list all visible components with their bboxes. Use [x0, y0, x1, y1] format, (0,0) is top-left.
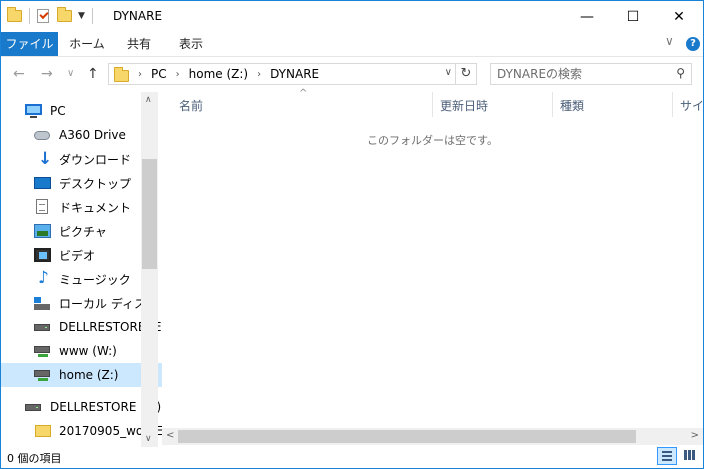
- search-box[interactable]: ⚲: [490, 63, 692, 85]
- column-divider[interactable]: [552, 92, 553, 117]
- pc-icon: [25, 103, 43, 119]
- nav-item-label: ピクチャ: [59, 224, 107, 239]
- new-folder-icon[interactable]: [57, 7, 72, 22]
- network-drive-icon: [34, 343, 52, 359]
- music-icon: ♪: [38, 268, 49, 288]
- quick-access-toolbar: ▼: [7, 7, 100, 24]
- large-icons-view-button[interactable]: [680, 447, 700, 465]
- scroll-thumb[interactable]: [142, 159, 157, 269]
- breadcrumb-home-z[interactable]: home (Z:): [189, 67, 248, 81]
- column-divider[interactable]: [672, 92, 673, 117]
- nav-item-label: home (Z:): [59, 368, 119, 382]
- back-button[interactable]: ←: [13, 66, 25, 82]
- scroll-down-icon[interactable]: ∨: [145, 434, 152, 444]
- document-icon: [34, 199, 52, 215]
- nav-item-label: デスクトップ: [59, 176, 132, 191]
- folder-icon: [7, 7, 22, 22]
- desktop-icon: [34, 175, 52, 191]
- forward-button[interactable]: →: [41, 66, 53, 82]
- title-separator: [91, 8, 93, 24]
- breadcrumb-separator[interactable]: ›: [138, 69, 142, 80]
- breadcrumb-separator[interactable]: ›: [257, 69, 261, 80]
- tab-share[interactable]: 共有: [116, 32, 162, 56]
- scroll-left-icon[interactable]: <: [166, 430, 174, 441]
- navigation-pane-scrollbar[interactable]: ∧ ∨: [141, 92, 158, 447]
- breadcrumb-separator[interactable]: ›: [176, 69, 180, 80]
- search-input[interactable]: [497, 66, 667, 82]
- nav-item-label: ダウンロード: [59, 152, 132, 167]
- download-icon: ↓: [38, 149, 53, 169]
- breadcrumb-dynare[interactable]: DYNARE: [270, 67, 319, 81]
- column-header-name[interactable]: 名前: [179, 97, 203, 114]
- address-folder-icon: [114, 66, 129, 82]
- maximize-button[interactable]: ☐: [610, 1, 656, 32]
- title-bar: ▼ DYNARE — ☐ ✕: [1, 1, 703, 32]
- status-bar: 0 個の項目: [1, 447, 703, 468]
- item-count: 0 個の項目: [7, 452, 62, 465]
- minimize-button[interactable]: —: [564, 1, 610, 32]
- nav-item-label: PC: [50, 104, 66, 118]
- search-icon[interactable]: ⚲: [676, 66, 685, 80]
- explorer-window: ▼ DYNARE — ☐ ✕ ファイル ホーム 共有 表示 ∨ ? ← → ∨ …: [0, 0, 704, 469]
- drive-icon: [34, 319, 52, 335]
- help-icon[interactable]: ?: [686, 37, 700, 51]
- ribbon-expand-icon[interactable]: ∨: [665, 34, 674, 48]
- empty-folder-message: このフォルダーは空です。: [367, 134, 498, 147]
- sort-ascending-icon: ^: [299, 88, 308, 99]
- recent-locations-button[interactable]: ∨: [67, 68, 74, 79]
- column-header-size[interactable]: サイズ: [680, 97, 703, 114]
- tab-home[interactable]: ホーム: [63, 32, 111, 56]
- horizontal-scrollbar[interactable]: < >: [162, 428, 703, 445]
- nav-item-label: A360 Drive: [59, 128, 126, 142]
- folder-icon: [34, 423, 52, 439]
- windows-drive-icon: [34, 295, 52, 311]
- refresh-button[interactable]: ↻: [455, 64, 476, 84]
- window-title: DYNARE: [113, 9, 163, 23]
- network-drive-icon: [34, 367, 52, 383]
- nav-item-label: ミュージック: [59, 272, 131, 287]
- file-list-pane: ^ 名前 更新日時 種類 サイズ このフォルダーは空です。 < >: [162, 88, 703, 447]
- column-header-type[interactable]: 種類: [560, 97, 584, 114]
- drive-icon: [25, 399, 43, 415]
- navigation-bar: ← → ∨ ↑ › PC › home (Z:) › DYNARE ∨ ↻ ⚲: [1, 57, 703, 91]
- address-bar[interactable]: › PC › home (Z:) › DYNARE ∨ ↻: [108, 63, 477, 85]
- column-header-modified[interactable]: 更新日時: [440, 97, 488, 114]
- properties-check-icon[interactable]: [37, 9, 49, 23]
- navigation-pane: PC A360 Drive ↓ ダウンロード デスクトップ ドキュメント ピクチ…: [1, 92, 174, 447]
- ribbon-tabs: ファイル ホーム 共有 表示 ∨ ?: [1, 32, 703, 57]
- scroll-up-icon[interactable]: ∧: [145, 95, 152, 105]
- qat-dropdown-icon[interactable]: ▼: [78, 11, 85, 21]
- scroll-right-icon[interactable]: >: [691, 430, 699, 441]
- close-button[interactable]: ✕: [656, 1, 702, 32]
- pictures-icon: [34, 223, 52, 239]
- video-icon: [34, 247, 52, 263]
- nav-item-label: ビデオ: [59, 248, 96, 263]
- tab-view[interactable]: 表示: [168, 32, 214, 56]
- address-dropdown-icon[interactable]: ∨: [445, 67, 452, 78]
- column-divider[interactable]: [432, 92, 433, 117]
- nav-item-label: www (W:): [59, 344, 117, 358]
- nav-item-label: ドキュメント: [59, 200, 132, 215]
- qat-separator: [29, 8, 30, 24]
- horizontal-scroll-thumb[interactable]: [178, 430, 636, 443]
- breadcrumb-pc[interactable]: PC: [151, 67, 167, 81]
- tab-file[interactable]: ファイル: [1, 32, 58, 56]
- cloud-icon: [34, 127, 52, 143]
- up-button[interactable]: ↑: [87, 66, 99, 82]
- details-view-button[interactable]: [657, 447, 677, 465]
